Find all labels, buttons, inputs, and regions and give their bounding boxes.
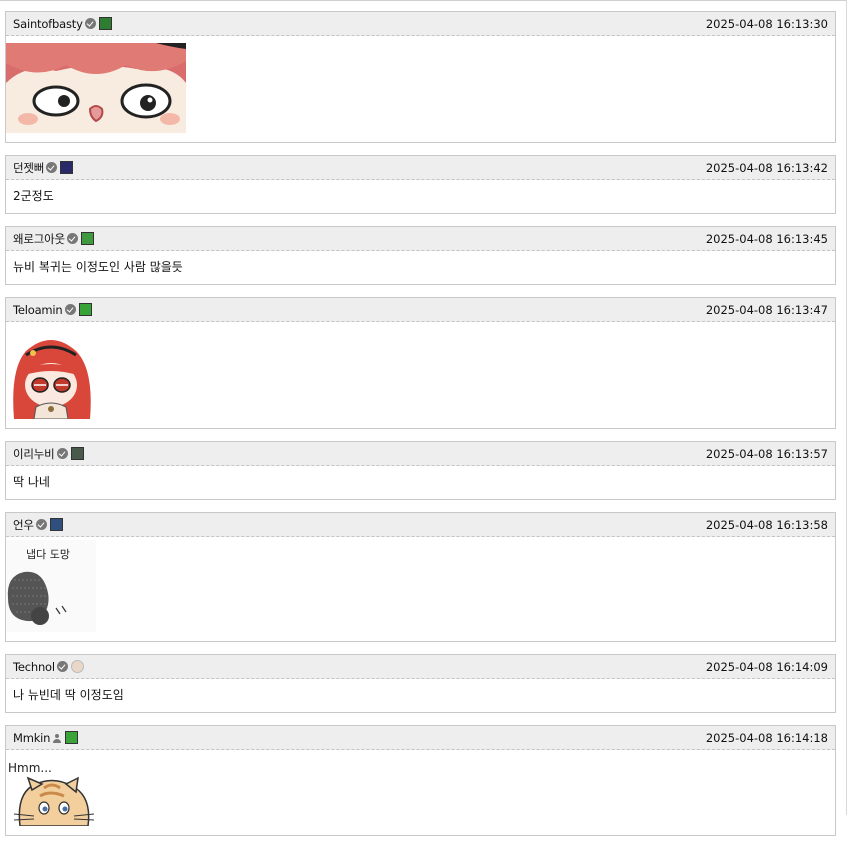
username[interactable]: Teloamin bbox=[13, 303, 63, 317]
verified-check-icon bbox=[56, 661, 68, 672]
run-away-sticker: 냅다 도망 bbox=[6, 540, 96, 632]
comment-timestamp: 2025-04-08 16:13:58 bbox=[705, 517, 828, 532]
comment-header: 언우 2025-04-08 16:13:58 bbox=[6, 513, 835, 537]
house-badge-icon bbox=[70, 447, 84, 460]
blue-pixel-badge-icon bbox=[49, 518, 63, 531]
comment-header: Saintofbasty 2025-04-08 16:13:30 bbox=[6, 12, 835, 36]
verified-check-icon bbox=[56, 448, 68, 459]
comment-body bbox=[6, 36, 835, 142]
comment-item: Teloamin 2025-04-08 16:13:47 bbox=[5, 297, 836, 429]
comment-item: 언우 2025-04-08 16:13:58 냅다 도망 bbox=[5, 512, 836, 642]
comment-timestamp: 2025-04-08 16:13:42 bbox=[705, 160, 828, 175]
green-block-badge-icon bbox=[80, 232, 94, 245]
hmm-cat-sticker: Hmm... bbox=[6, 756, 98, 827]
verified-check-icon bbox=[64, 304, 76, 315]
comment-body bbox=[6, 322, 835, 428]
comment-header: Mmkin 2025-04-08 16:14:18 bbox=[6, 726, 835, 750]
username[interactable]: Mmkin bbox=[13, 731, 50, 745]
top-divider bbox=[0, 0, 846, 1]
comment-header: 이리누비 2025-04-08 16:13:57 bbox=[6, 442, 835, 466]
pixel-knight-badge-icon bbox=[60, 161, 74, 174]
username[interactable]: 던젯뻐 bbox=[13, 160, 44, 176]
comment-list: Saintofbasty 2025-04-08 16:13:30 던젯뻐 202… bbox=[5, 11, 836, 848]
username[interactable]: Saintofbasty bbox=[13, 17, 83, 31]
member-icon bbox=[52, 733, 62, 743]
comment-text: 2군정도 bbox=[13, 189, 54, 203]
comment-text: 나 뉴빈데 딱 이정도임 bbox=[13, 688, 124, 702]
comment-body: Hmm... bbox=[6, 750, 835, 835]
verified-check-icon bbox=[35, 519, 47, 530]
username[interactable]: 왜로그아웃 bbox=[13, 231, 65, 247]
username[interactable]: 이리누비 bbox=[13, 446, 55, 462]
username[interactable]: 언우 bbox=[13, 517, 34, 533]
comment-item: 왜로그아웃 2025-04-08 16:13:45 뉴비 복귀는 이정도인 사람… bbox=[5, 226, 836, 285]
creeper-badge-icon bbox=[78, 303, 92, 316]
scroll-area-edge bbox=[846, 0, 847, 815]
avatar-badge-icon bbox=[70, 660, 84, 673]
crying-red-haired-girl-sticker bbox=[6, 329, 96, 420]
comment-timestamp: 2025-04-08 16:14:18 bbox=[705, 730, 828, 745]
comment-item: Mmkin 2025-04-08 16:14:18 Hmm... bbox=[5, 725, 836, 836]
red-haired-girl-closeup-sticker bbox=[6, 43, 186, 133]
comment-header: 왜로그아웃 2025-04-08 16:13:45 bbox=[6, 227, 835, 251]
comment-timestamp: 2025-04-08 16:13:57 bbox=[705, 446, 828, 461]
comment-text: 딱 나네 bbox=[13, 475, 50, 489]
comment-timestamp: 2025-04-08 16:13:47 bbox=[705, 302, 828, 317]
sticker-caption: 냅다 도망 bbox=[26, 548, 70, 561]
comment-timestamp: 2025-04-08 16:13:30 bbox=[705, 16, 828, 31]
verified-check-icon bbox=[66, 233, 78, 244]
sticker-caption: Hmm... bbox=[8, 761, 52, 775]
comment-header: Teloamin 2025-04-08 16:13:47 bbox=[6, 298, 835, 322]
comment-item: Technol 2025-04-08 16:14:09 나 뉴빈데 딱 이정도임 bbox=[5, 654, 836, 713]
comment-timestamp: 2025-04-08 16:14:09 bbox=[705, 659, 828, 674]
tree-badge-icon bbox=[98, 17, 112, 30]
verified-check-icon bbox=[84, 18, 96, 29]
comment-text: 뉴비 복귀는 이정도인 사람 많을듯 bbox=[13, 260, 183, 274]
comment-header: 던젯뻐 2025-04-08 16:13:42 bbox=[6, 156, 835, 180]
verified-check-icon bbox=[46, 162, 58, 173]
comment-body: 냅다 도망 bbox=[6, 537, 835, 641]
comment-item: Saintofbasty 2025-04-08 16:13:30 bbox=[5, 11, 836, 143]
comment-header: Technol 2025-04-08 16:14:09 bbox=[6, 655, 835, 679]
username[interactable]: Technol bbox=[13, 660, 55, 674]
comment-item: 이리누비 2025-04-08 16:13:57 딱 나네 bbox=[5, 441, 836, 500]
green-cross-badge-icon bbox=[65, 731, 79, 744]
comment-item: 던젯뻐 2025-04-08 16:13:42 2군정도 bbox=[5, 155, 836, 214]
comment-timestamp: 2025-04-08 16:13:45 bbox=[705, 231, 828, 246]
